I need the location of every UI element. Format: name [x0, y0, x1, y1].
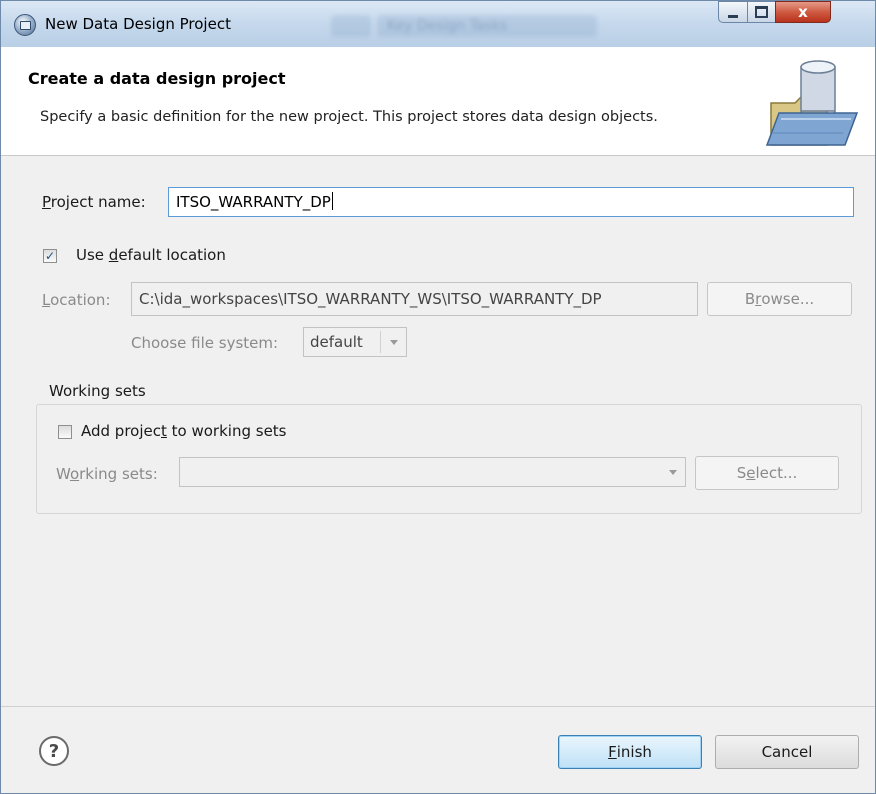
add-to-working-sets-checkbox[interactable]	[58, 425, 72, 439]
minimize-button[interactable]	[718, 1, 748, 23]
project-name-label: Project name:	[42, 193, 146, 211]
cancel-button[interactable]: Cancel	[715, 735, 859, 769]
background-window-ghost	[331, 15, 371, 37]
file-system-label: Choose file system:	[131, 334, 279, 352]
working-sets-label: Working sets:	[56, 465, 158, 483]
add-to-working-sets-label[interactable]: Add project to working sets	[81, 422, 287, 440]
help-icon[interactable]: ?	[39, 736, 69, 766]
finish-button[interactable]: Finish	[558, 735, 702, 769]
title-bar[interactable]: Key Design Tasks New Data Design Project…	[1, 1, 875, 47]
file-system-select[interactable]: default	[303, 327, 407, 357]
browse-button[interactable]: Br owse...	[707, 282, 852, 316]
use-default-location-checkbox[interactable]: ✓	[43, 249, 57, 263]
page-description: Specify a basic definition for the new p…	[40, 109, 658, 125]
dialog-window: Key Design Tasks New Data Design Project…	[0, 0, 876, 794]
page-title: Create a data design project	[28, 69, 286, 88]
app-icon	[14, 14, 36, 36]
footer-separator	[1, 706, 875, 707]
text-caret	[331, 192, 333, 210]
maximize-button[interactable]	[747, 1, 776, 23]
close-icon: x	[798, 3, 808, 21]
data-design-wizard-icon	[765, 60, 859, 146]
background-window-ghost-title: Key Design Tasks	[377, 15, 597, 37]
chevron-down-icon	[390, 339, 398, 345]
chevron-down-icon	[669, 469, 677, 475]
wizard-banner: Create a data design project Specify a b…	[1, 47, 875, 156]
close-button[interactable]: x	[775, 1, 831, 23]
working-sets-select[interactable]	[179, 457, 686, 487]
location-label: Location:	[42, 291, 111, 309]
maximize-icon	[755, 6, 768, 18]
location-input[interactable]: C:\ida_workspaces\ITSO_WARRANTY_WS\ITSO_…	[131, 282, 698, 316]
window-title: New Data Design Project	[45, 15, 231, 33]
check-mark-icon: ✓	[44, 249, 56, 263]
minimize-icon	[728, 14, 738, 18]
working-sets-group-title: Working sets	[46, 382, 149, 400]
select-working-sets-button[interactable]: Se lect...	[695, 456, 839, 490]
use-default-location-label[interactable]: Use default location	[76, 246, 226, 264]
project-name-input[interactable]: ITSO_WARRANTY_DP	[168, 187, 854, 217]
